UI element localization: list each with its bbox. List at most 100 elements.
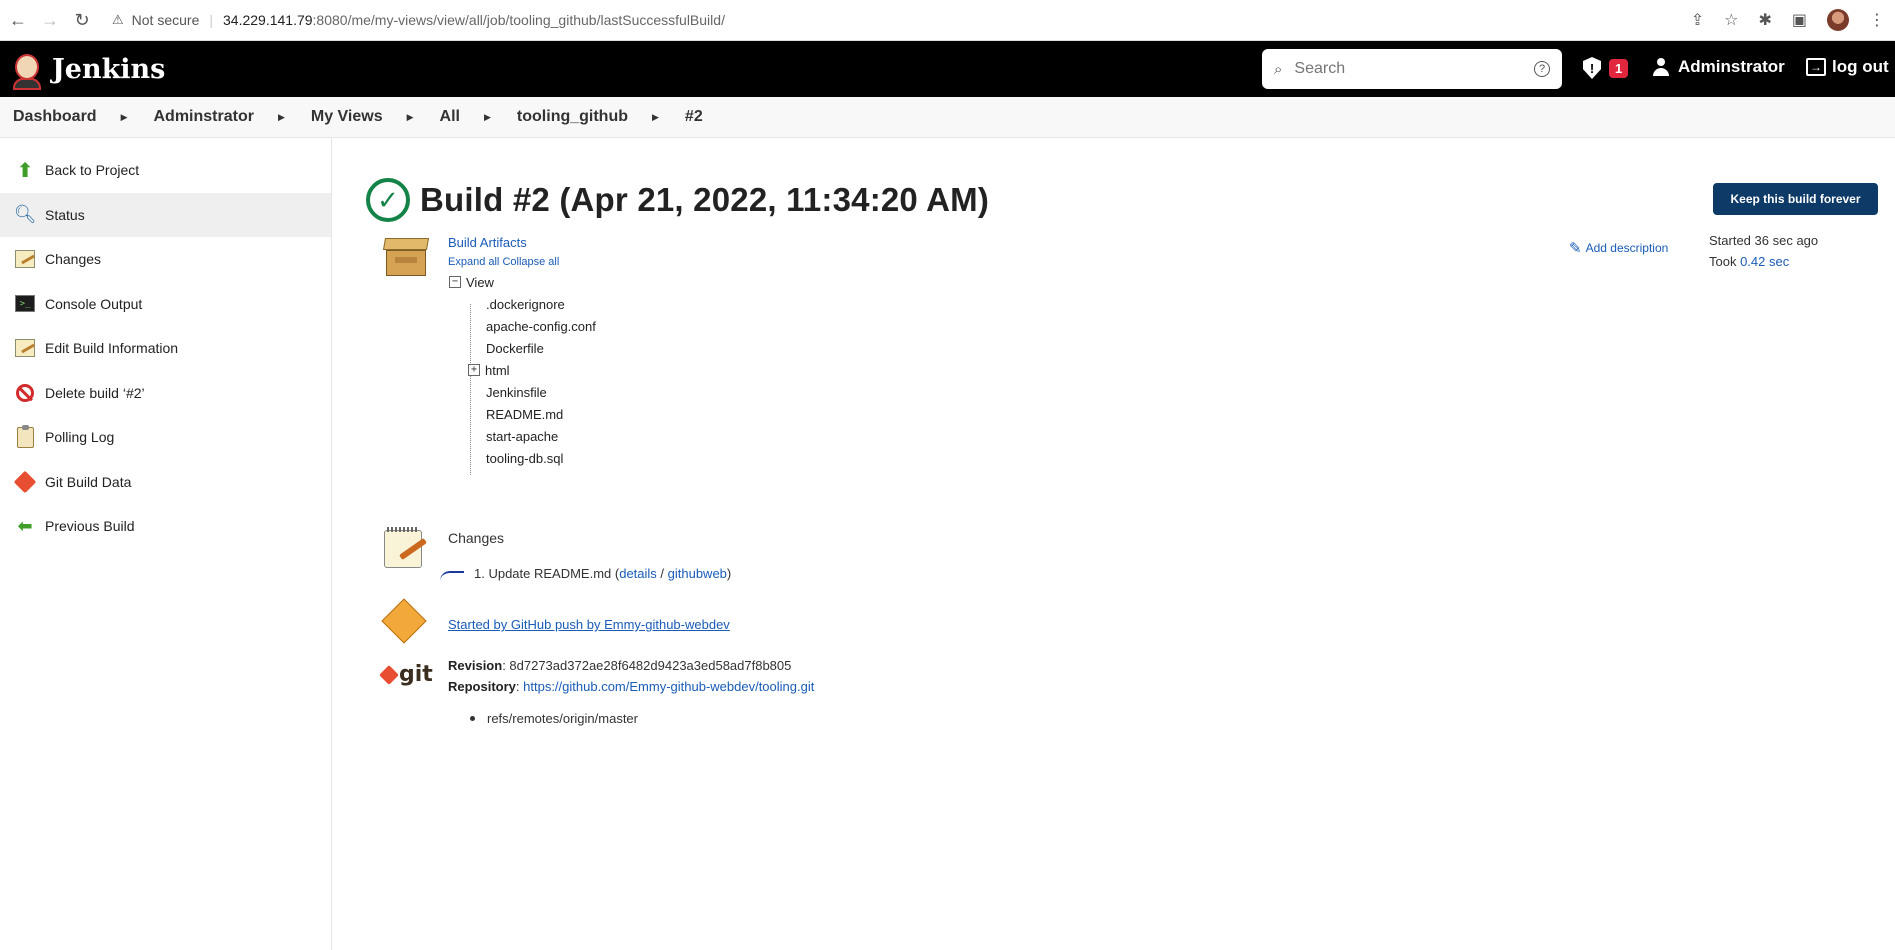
github-push-icon: [381, 598, 430, 647]
menu-dots-icon[interactable]: ⋮: [1869, 10, 1885, 30]
git-logo-text: git: [399, 662, 433, 687]
jenkins-home-link[interactable]: Jenkins: [10, 48, 165, 90]
star-icon[interactable]: ☆: [1724, 10, 1738, 30]
revision-label: Revision: [448, 658, 503, 673]
user-name: Adminstrator: [1678, 57, 1785, 76]
jenkins-butler-icon: [10, 48, 44, 90]
forward-arrow-icon[interactable]: →: [36, 6, 64, 34]
sidebar: ⬆ Back to Project 🔍︎ Status Changes >_ C…: [0, 138, 332, 950]
sidebar-item-label: Console Output: [45, 295, 143, 312]
address-bar[interactable]: ⚠ Not secure | 34.229.141.79 :8080/me/my…: [112, 5, 1691, 35]
artifact-link[interactable]: README.md: [486, 407, 563, 422]
change-text: 1. Update README.md (: [474, 565, 620, 581]
search-icon: ⌕: [1274, 60, 1283, 78]
logout-link[interactable]: → log out: [1806, 57, 1889, 77]
commit-graph-icon: [440, 571, 464, 581]
breadcrumb-my-views[interactable]: My Views: [311, 108, 383, 126]
artifact-file: .dockerignore: [448, 293, 596, 315]
breadcrumb-caret-icon[interactable]: ▶: [278, 112, 285, 123]
change-githubweb-link[interactable]: githubweb: [668, 566, 727, 581]
repository-link[interactable]: https://github.com/Emmy-github-webdev/to…: [523, 679, 814, 694]
browser-toolbar: ← → ↻ ⚠ Not secure | 34.229.141.79 :8080…: [0, 0, 1895, 41]
breadcrumb-job[interactable]: tooling_github: [517, 108, 628, 126]
add-description-link[interactable]: ✎ Add description: [1569, 239, 1668, 257]
sidebar-item-delete-build[interactable]: Delete build ‘#2’: [0, 371, 331, 416]
sidebar-item-changes[interactable]: Changes: [0, 237, 331, 282]
sidebar-item-back-to-project[interactable]: ⬆ Back to Project: [0, 148, 331, 193]
jenkins-header: Jenkins ⌕ ? ! 1 Adminstrator → log out: [0, 41, 1895, 97]
shield-icon: !: [1583, 57, 1601, 79]
expand-collapse-links: Expand all Collapse all: [448, 256, 596, 268]
search-icon: 🔍︎: [13, 204, 37, 225]
sidebar-item-git-build-data[interactable]: Git Build Data: [0, 460, 331, 505]
sidebar-item-edit-build-information[interactable]: Edit Build Information: [0, 326, 331, 371]
change-details-link[interactable]: details: [619, 566, 657, 581]
help-icon[interactable]: ?: [1534, 61, 1550, 77]
sidebar-item-status[interactable]: 🔍︎ Status: [0, 192, 331, 237]
git-ref: refs/remotes/origin/master: [487, 711, 638, 726]
sidebar-item-polling-log[interactable]: Polling Log: [0, 415, 331, 460]
user-menu[interactable]: Adminstrator: [1652, 57, 1785, 77]
notepad-icon: [14, 337, 36, 359]
breadcrumb-caret-icon[interactable]: ▶: [407, 112, 414, 123]
reload-icon[interactable]: ↻: [68, 6, 96, 34]
breadcrumb: Dashboard ▶ Adminstrator ▶ My Views ▶ Al…: [0, 97, 1895, 138]
git-repository: Repository: https://github.com/Emmy-gith…: [448, 676, 814, 697]
git-info: Revision: 8d7273ad372ae28f6482d9423a3ed5…: [448, 655, 814, 697]
bullet-icon: [470, 716, 475, 721]
breadcrumb-caret-icon[interactable]: ▶: [484, 112, 491, 123]
app-title: Jenkins: [52, 53, 166, 85]
sidepanel-icon[interactable]: ▣: [1792, 10, 1807, 30]
build-cause-link[interactable]: Started by GitHub push by Emmy-github-we…: [448, 617, 730, 632]
artifact-link[interactable]: start-apache: [486, 429, 558, 444]
expand-toggle-icon[interactable]: +: [468, 364, 480, 376]
artifact-file: Jenkinsfile: [448, 381, 596, 403]
breadcrumb-caret-icon[interactable]: ▶: [121, 112, 128, 123]
alert-count-badge: 1: [1609, 58, 1629, 78]
keep-build-forever-button[interactable]: Keep this build forever: [1713, 183, 1878, 215]
artifact-link[interactable]: tooling-db.sql: [486, 451, 563, 466]
search-input[interactable]: [1294, 60, 1534, 78]
artifact-link[interactable]: .dockerignore: [486, 297, 565, 312]
artifact-link[interactable]: apache-config.conf: [486, 319, 596, 334]
artifact-file: start-apache: [448, 425, 596, 447]
sidebar-item-console-output[interactable]: >_ Console Output: [0, 282, 331, 327]
page-title: Build #2 (Apr 21, 2022, 11:34:20 AM): [420, 181, 990, 218]
build-artifacts-link[interactable]: Build Artifacts: [448, 235, 527, 250]
no-entry-icon: [14, 382, 36, 404]
breadcrumb-user[interactable]: Adminstrator: [154, 108, 254, 126]
user-icon: [1652, 58, 1670, 76]
sidebar-item-label: Polling Log: [45, 429, 115, 446]
tree-root: − View: [448, 271, 596, 293]
package-icon: [382, 238, 430, 282]
address-divider: |: [209, 12, 213, 28]
collapse-all-link[interactable]: Collapse all: [502, 256, 559, 268]
security-alert[interactable]: ! 1: [1583, 57, 1629, 79]
breadcrumb-all[interactable]: All: [440, 108, 460, 126]
artifact-link[interactable]: Dockerfile: [486, 341, 544, 356]
sidebar-item-label: Previous Build: [45, 518, 135, 535]
extensions-icon[interactable]: ✱: [1758, 10, 1771, 30]
share-icon[interactable]: ⇪: [1691, 10, 1704, 30]
artifact-link[interactable]: Jenkinsfile: [486, 385, 547, 400]
took-text: Took 0.42 sec: [1709, 251, 1818, 272]
artifact-folder-link[interactable]: html: [485, 363, 510, 378]
success-check-icon: ✓: [366, 178, 410, 222]
build-artifacts: Build Artifacts Expand all Collapse all …: [448, 235, 596, 475]
back-arrow-icon[interactable]: ←: [4, 6, 32, 34]
profile-avatar[interactable]: [1827, 9, 1849, 31]
git-ref-item: refs/remotes/origin/master: [470, 711, 638, 726]
sidebar-item-previous-build[interactable]: ⬅ Previous Build: [0, 504, 331, 549]
search-box: ⌕ ?: [1262, 49, 1562, 89]
took-duration-link[interactable]: 0.42 sec: [1740, 254, 1789, 269]
collapse-toggle-icon[interactable]: −: [449, 276, 461, 288]
expand-all-link[interactable]: Expand all: [448, 256, 499, 268]
artifact-folder: + html: [448, 359, 596, 381]
breadcrumb-build[interactable]: #2: [685, 108, 703, 126]
sidebar-item-label: Edit Build Information: [45, 340, 179, 357]
breadcrumb-caret-icon[interactable]: ▶: [652, 112, 659, 123]
not-secure-label: Not secure: [131, 12, 200, 28]
url-host: 34.229.141.79: [223, 12, 313, 28]
artifact-tree: − View .dockerignore apache-config.conf …: [448, 271, 596, 475]
breadcrumb-dashboard[interactable]: Dashboard: [13, 108, 97, 126]
